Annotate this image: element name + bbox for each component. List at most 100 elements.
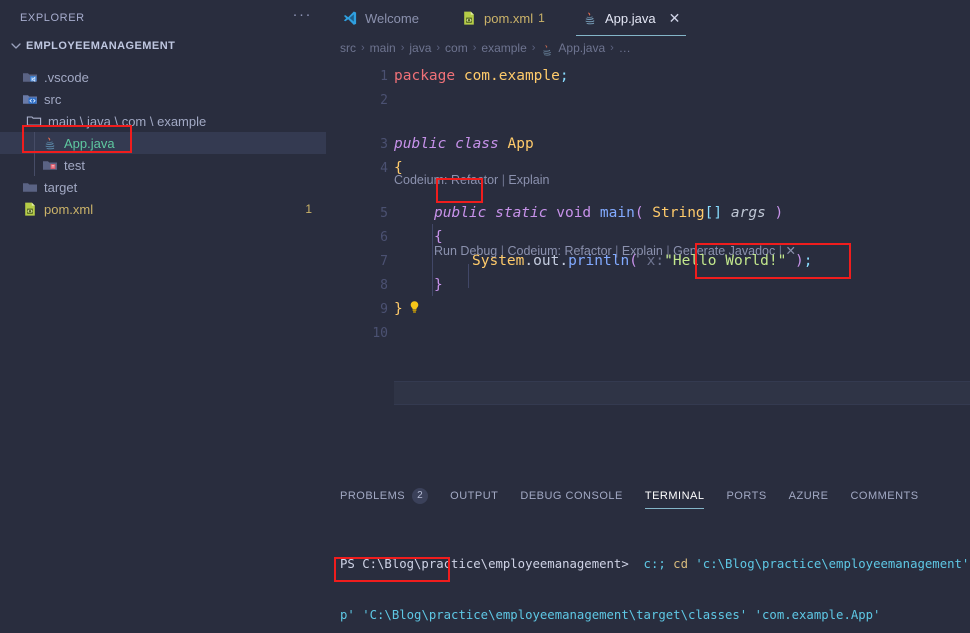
breadcrumb-item-java[interactable]: java <box>409 41 431 55</box>
code-editor[interactable]: 1 package com.example; 2 Codeium: Refact… <box>326 59 970 478</box>
line-number: 7 <box>380 253 388 269</box>
breadcrumb-item-more[interactable]: … <box>619 41 631 55</box>
line-number: 5 <box>380 205 388 221</box>
code-line-6: 6 { <box>326 225 970 249</box>
line-number: 9 <box>380 301 388 317</box>
close-icon[interactable]: ✕ <box>669 11 681 25</box>
breadcrumb-item-src[interactable]: src <box>340 41 356 55</box>
code-line-1: 1 package com.example; <box>326 64 970 88</box>
list-item-target[interactable]: target <box>0 176 326 198</box>
list-item-main-java-com-example[interactable]: main \ java \ com \ example <box>0 110 326 132</box>
code-token-class: class <box>446 136 499 152</box>
chevron-down-icon <box>8 38 24 54</box>
indent-guide <box>34 154 35 176</box>
code-token-out: out <box>533 253 560 269</box>
code-token-namespace: com.example <box>455 68 560 84</box>
code-line-10: 10 <box>326 321 970 345</box>
explorer-root-label: EMPLOYEEMANAGEMENT <box>26 40 176 52</box>
code-line-3: 3 public class App <box>326 132 970 156</box>
inlay-hint-parameter-name: x: <box>646 253 665 269</box>
breadcrumb-separator: › <box>436 41 441 54</box>
code-token-package: package <box>394 68 456 84</box>
line-number: 6 <box>380 229 388 245</box>
tab-label: pom.xml <box>484 10 534 26</box>
tab-label: Welcome <box>365 10 419 26</box>
code-line-5: 5 public static void main( String[] args… <box>326 201 970 225</box>
tab-output[interactable]: OUTPUT <box>450 478 498 513</box>
code-token-println: println <box>568 253 630 269</box>
folder-src-icon <box>22 91 38 107</box>
problems-count-badge: 2 <box>412 487 429 504</box>
code-token-args: args <box>722 205 766 221</box>
code-token-void: void <box>547 205 592 221</box>
list-item-pomxml[interactable]: pom.xml 1 <box>0 198 326 220</box>
breadcrumb-item-appjava[interactable]: App.java <box>558 41 605 55</box>
xml-icon <box>461 10 477 26</box>
tab-azure[interactable]: AZURE <box>789 478 829 513</box>
tab-welcome[interactable]: Welcome <box>332 0 429 36</box>
breadcrumb-separator: › <box>400 41 405 54</box>
list-item-src[interactable]: src <box>0 88 326 110</box>
list-item-badge: 1 <box>305 202 312 216</box>
tab-terminal[interactable]: TERMINAL <box>644 478 705 513</box>
tab-ports[interactable]: PORTS <box>726 478 766 513</box>
code-token-semicolon: ; <box>803 253 813 269</box>
bottom-panel: PROBLEMS 2 OUTPUT DEBUG CONSOLE TERMINAL… <box>326 478 970 633</box>
indent-guide <box>34 132 35 154</box>
terminal-output[interactable]: PS C:\Blog\practice\employeemanagement> … <box>326 513 970 633</box>
line-number: 10 <box>372 325 388 341</box>
line-number: 2 <box>380 92 388 108</box>
code-token-classname: App <box>498 136 534 152</box>
list-item-label: .vscode <box>44 69 89 85</box>
code-token-open-brace: { <box>394 160 403 176</box>
active-line-highlight <box>394 381 970 405</box>
code-token-rparen: ) <box>786 253 804 269</box>
tab-badge: 1 <box>538 11 545 25</box>
code-token-semicolon: ; <box>559 68 569 84</box>
code-token-lparen: ( <box>634 205 644 221</box>
tab-comments[interactable]: COMMENTS <box>850 478 918 513</box>
code-line-2: 2 <box>326 88 970 112</box>
tab-problems[interactable]: PROBLEMS 2 <box>340 478 429 513</box>
more-actions-icon[interactable]: ··· <box>293 7 313 26</box>
explorer-header: EXPLORER ··· <box>0 0 326 35</box>
panel-tab-label: TERMINAL <box>644 489 705 502</box>
line-number: 4 <box>380 160 388 176</box>
panel-tab-label: DEBUG CONSOLE <box>520 489 623 502</box>
folder-icon <box>22 179 38 195</box>
java-icon <box>582 10 598 26</box>
code-token-string-type: String <box>643 205 705 221</box>
code-token-main: main <box>591 205 635 221</box>
explorer-sidebar: EXPLORER ··· EMPLOYEEMANAGEMENT .vscode <box>0 0 326 633</box>
tab-debug-console[interactable]: DEBUG CONSOLE <box>520 478 622 513</box>
code-token-brackets: [] <box>704 205 723 221</box>
breadcrumb-separator: › <box>472 41 477 54</box>
explorer-root-folder[interactable]: EMPLOYEEMANAGEMENT <box>0 35 326 57</box>
list-item-test[interactable]: test <box>0 154 326 176</box>
breadcrumb: src › main › java › com › example › App.… <box>326 36 970 59</box>
code-token-lparen: ( <box>629 253 647 269</box>
tab-pomxml[interactable]: pom.xml 1 <box>451 0 555 36</box>
list-item-label: src <box>44 91 62 107</box>
tab-appjava[interactable]: App.java ✕ <box>572 0 690 36</box>
code-token-system: System <box>472 253 525 269</box>
list-item-vscode[interactable]: .vscode <box>0 66 326 88</box>
terminal-main-class: 'com.example.App' <box>747 608 881 622</box>
list-item-label: target <box>44 179 78 195</box>
code-token-public: public <box>434 205 487 221</box>
panel-tab-bar: PROBLEMS 2 OUTPUT DEBUG CONSOLE TERMINAL… <box>326 478 970 513</box>
breadcrumb-separator: › <box>531 41 536 54</box>
terminal-line2-head: p' <box>340 608 363 622</box>
code-token-close-brace: } <box>394 301 403 317</box>
terminal-line-1: PS C:\Blog\practice\employeemanagement> … <box>340 556 970 573</box>
breadcrumb-item-main[interactable]: main <box>370 41 396 55</box>
lightbulb-icon[interactable] <box>408 300 421 319</box>
breadcrumb-item-com[interactable]: com <box>445 41 468 55</box>
breadcrumb-item-example[interactable]: example <box>481 41 526 55</box>
vscode-window: EXPLORER ··· EMPLOYEEMANAGEMENT .vscode <box>0 0 970 633</box>
line-number: 3 <box>380 136 388 152</box>
xml-icon <box>22 201 38 217</box>
folder-icon <box>26 113 42 129</box>
code-line-8: 8 } <box>326 273 970 297</box>
list-item-appjava[interactable]: App.java <box>0 132 326 154</box>
